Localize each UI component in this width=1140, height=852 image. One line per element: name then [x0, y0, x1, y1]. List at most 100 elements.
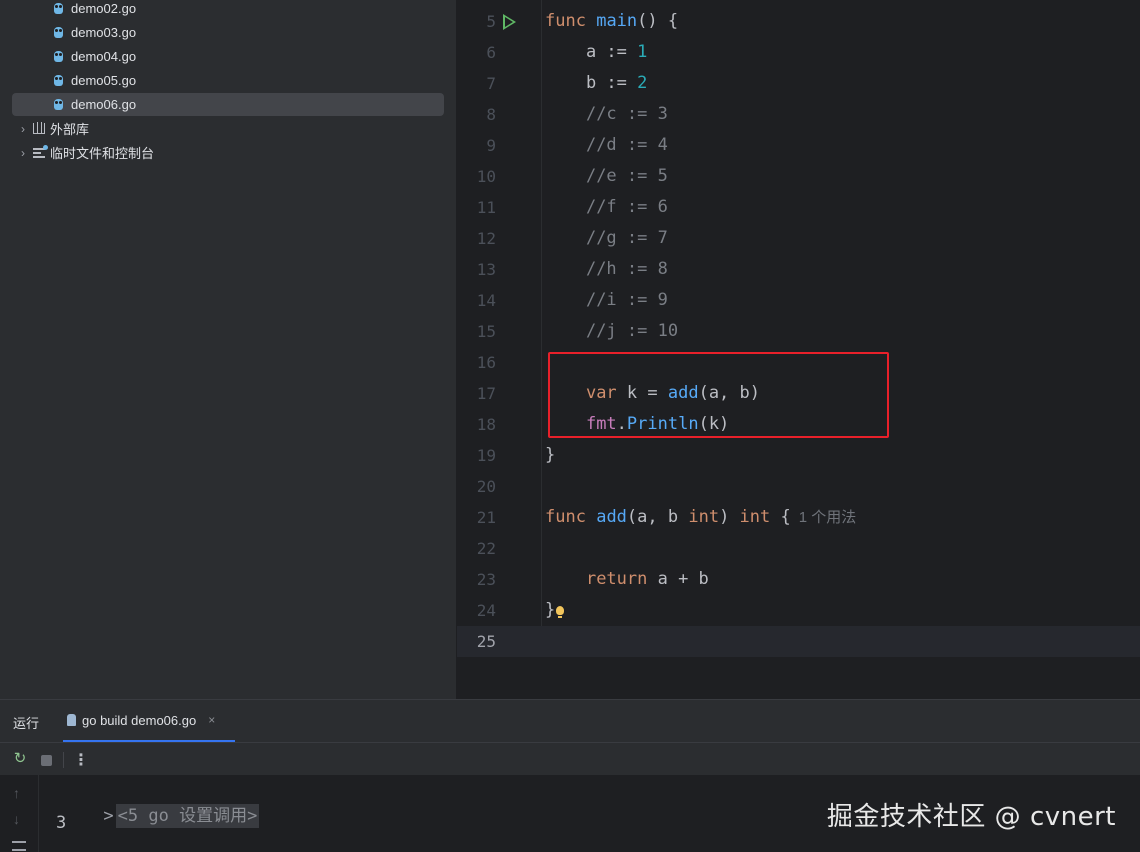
- code-text: return a + b: [585, 569, 709, 589]
- console-fold-line[interactable]: > <5 go 设置调用>: [42, 781, 260, 846]
- scratches-icon: [33, 144, 48, 158]
- go-file-icon: [54, 51, 63, 62]
- console-gutter: ↑ ↓: [0, 775, 39, 852]
- line-number: 14: [476, 291, 496, 310]
- code-line[interactable]: 14 //i := 9: [457, 285, 1140, 316]
- code-line[interactable]: 15 //j := 10: [457, 316, 1140, 347]
- line-number: 7: [486, 74, 496, 93]
- project-panel: demo02.go demo03.go demo04.go demo05.go …: [0, 0, 457, 699]
- line-number: 19: [476, 446, 496, 465]
- go-file-icon: [54, 27, 63, 38]
- close-icon[interactable]: ×: [208, 713, 215, 727]
- code-line[interactable]: 9 //d := 4: [457, 130, 1140, 161]
- code-line[interactable]: 11 //f := 6: [457, 192, 1140, 223]
- code-line[interactable]: 5 func main() {: [457, 6, 1140, 37]
- go-build-icon: [67, 714, 76, 726]
- tree-file-demo05[interactable]: demo05.go: [12, 69, 444, 92]
- code-text: b := 2: [545, 73, 648, 93]
- stop-icon[interactable]: [41, 755, 52, 766]
- console-output-line: 3: [56, 813, 67, 833]
- code-line[interactable]: 6 a := 1: [457, 37, 1140, 68]
- code-comment: //d := 4: [585, 135, 668, 155]
- more-options-icon[interactable]: ⋮: [73, 750, 89, 770]
- tree-folder-label: 临时文件和控制台: [50, 146, 155, 161]
- tree-file-demo02[interactable]: demo02.go: [12, 0, 444, 20]
- line-number: 11: [476, 198, 496, 217]
- toolbar-separator: [63, 752, 64, 768]
- code-comment: //f := 6: [585, 197, 668, 217]
- code-comment: //h := 8: [585, 259, 668, 279]
- go-file-icon: [54, 3, 63, 14]
- tree-file-demo06[interactable]: demo06.go: [12, 93, 444, 116]
- code-comment: //i := 9: [585, 290, 668, 310]
- line-number: 6: [486, 43, 496, 62]
- usage-hint[interactable]: 1 个用法: [799, 509, 857, 526]
- line-number: 22: [476, 539, 496, 558]
- code-line[interactable]: 21 func add(a, b int) int {1 个用法: [457, 502, 1140, 533]
- watermark: 掘金技术社区 @ cvnert: [826, 802, 1116, 832]
- chevron-right-icon[interactable]: ›: [16, 122, 30, 136]
- run-tab-go-build[interactable]: go build demo06.go ×: [63, 700, 235, 742]
- code-text: func add(a, b int) int {1 个用法: [545, 507, 857, 527]
- tree-file-label: demo03.go: [71, 25, 137, 40]
- line-number: 15: [476, 322, 496, 341]
- line-number: 23: [476, 570, 496, 589]
- tree-file-label: demo04.go: [71, 49, 137, 64]
- go-file-icon: [54, 99, 63, 110]
- code-comment: //e := 5: [585, 166, 668, 186]
- run-icon[interactable]: [503, 14, 516, 30]
- line-number: 12: [476, 229, 496, 248]
- line-number: 16: [476, 353, 496, 372]
- code-line[interactable]: 8 //c := 3: [457, 99, 1140, 130]
- line-number: 25: [476, 632, 496, 651]
- line-number: 9: [486, 136, 496, 155]
- code-line[interactable]: 13 //h := 8: [457, 254, 1140, 285]
- library-icon: [33, 122, 45, 134]
- code-line[interactable]: 22: [457, 533, 1140, 564]
- tree-file-demo04[interactable]: demo04.go: [12, 45, 444, 68]
- code-editor[interactable]: 5 func main() { 6 a := 1 7 b := 2 8 //c …: [457, 0, 1140, 699]
- console-fold-text[interactable]: <5 go 设置调用>: [115, 804, 260, 828]
- scroll-up-icon[interactable]: ↑: [13, 785, 20, 801]
- line-number: 18: [476, 415, 496, 434]
- line-number: 21: [476, 508, 496, 527]
- soft-wrap-icon[interactable]: [12, 841, 26, 851]
- code-line[interactable]: 10 //e := 5: [457, 161, 1140, 192]
- rerun-icon[interactable]: ↻: [12, 751, 28, 767]
- tree-scratches[interactable]: › 临时文件和控制台: [12, 141, 444, 164]
- tree-folder-label: 外部库: [50, 122, 90, 137]
- fold-chevron-icon[interactable]: >: [103, 806, 113, 826]
- code-line[interactable]: 12 //g := 7: [457, 223, 1140, 254]
- line-number: 20: [476, 477, 496, 496]
- code-line-current[interactable]: 25: [457, 626, 1140, 657]
- code-line[interactable]: 20: [457, 471, 1140, 502]
- tree-file-label: demo06.go: [71, 97, 137, 112]
- code-text: a := 1: [545, 42, 648, 62]
- code-line[interactable]: 24 }: [457, 595, 1140, 626]
- tree-file-label: demo05.go: [71, 73, 137, 88]
- annotation-highlight-box: [548, 352, 889, 438]
- line-number: 8: [486, 105, 496, 124]
- code-comment: //g := 7: [585, 228, 668, 248]
- lightbulb-icon[interactable]: [556, 605, 565, 618]
- run-toolbar: ↻ ⋮: [0, 743, 1140, 775]
- line-number: 17: [476, 384, 496, 403]
- line-number: 13: [476, 260, 496, 279]
- tree-file-demo03[interactable]: demo03.go: [12, 21, 444, 44]
- code-comment: //c := 3: [585, 104, 668, 124]
- scroll-down-icon[interactable]: ↓: [13, 811, 20, 827]
- chevron-right-icon[interactable]: ›: [16, 146, 30, 160]
- go-file-icon: [54, 75, 63, 86]
- code-line[interactable]: 23 return a + b: [457, 564, 1140, 595]
- code-line[interactable]: 7 b := 2: [457, 68, 1140, 99]
- tree-external-libraries[interactable]: › 外部库: [12, 117, 444, 140]
- code-text: func main() {: [545, 11, 679, 31]
- code-text: }: [545, 445, 556, 465]
- code-line[interactable]: 19 }: [457, 440, 1140, 471]
- run-tab-label: go build demo06.go: [82, 712, 197, 728]
- tree-file-label: demo02.go: [71, 1, 137, 16]
- code-comment: //j := 10: [585, 321, 679, 341]
- run-tab-bar: 运行 go build demo06.go ×: [0, 700, 1140, 743]
- line-number: 10: [476, 167, 496, 186]
- line-number: 5: [486, 12, 496, 31]
